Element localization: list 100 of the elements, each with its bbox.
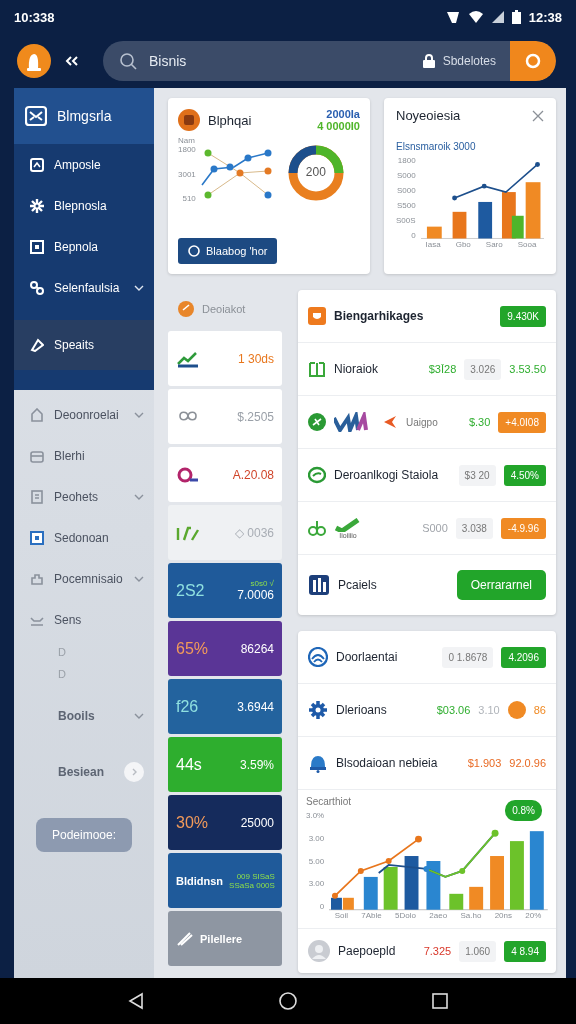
value-badge: 4.50% <box>503 464 546 486</box>
data-point <box>204 191 212 199</box>
tile-figure: Bldidnsn <box>176 874 224 887</box>
axis-label: 5.00 <box>308 856 325 866</box>
list-item-name: Nioraiok <box>334 362 378 376</box>
sidebar-item[interactable]: Booils <box>14 688 154 744</box>
list-item-name: Blsodaioan nebieia <box>336 756 438 770</box>
stat-tile[interactable]: A.20.08 <box>168 447 282 502</box>
home-icon[interactable] <box>278 991 298 1011</box>
data-point <box>491 829 499 837</box>
chart-title: Secarthiot <box>306 796 353 807</box>
data-point <box>385 858 392 864</box>
arrow-logo-icon <box>384 415 398 429</box>
sidebar-item[interactable]: Pocemnisaio <box>14 558 154 599</box>
cellular-icon <box>491 11 504 23</box>
axis-label: Sooa <box>517 240 537 249</box>
sidebar-item[interactable]: Selenfaulsia <box>14 267 154 308</box>
list-row[interactable]: Paepoepld 7.325 1.060 4 8.94 <box>298 929 556 973</box>
data-point <box>459 867 466 874</box>
tile-value: 1 30ds <box>237 351 274 366</box>
value-text: $.30 <box>468 416 491 428</box>
tile-value: A.20.08 <box>232 467 274 482</box>
stat-tile[interactable]: 65% 86264 <box>168 621 282 676</box>
action-button[interactable]: Oerrararnel <box>456 570 546 600</box>
logo-icon <box>176 465 200 484</box>
data-point <box>332 892 339 899</box>
collapse-icon[interactable] <box>65 55 79 67</box>
report-button[interactable]: Blaabog 'hor <box>178 238 278 264</box>
list-row[interactable]: Dlerioans $03.06 3.10 86 <box>298 684 556 737</box>
profile-button[interactable] <box>510 41 556 81</box>
list-item-name: Deroanlkogi Staiola <box>334 468 439 482</box>
sidebar-item[interactable]: Blerhi <box>14 435 154 476</box>
data-point <box>358 867 365 874</box>
chevron-down-icon <box>134 713 144 719</box>
value-pill: 3.038 <box>455 517 493 539</box>
data-point <box>264 191 272 199</box>
gear-icon <box>30 198 44 213</box>
axis-label: Saro <box>485 240 503 249</box>
logo-icon <box>176 349 200 368</box>
sidebar-item[interactable]: Peohets <box>14 476 154 517</box>
tile-value: 3.59% <box>239 757 274 772</box>
value-text: 3.10 <box>478 704 500 716</box>
list-row[interactable]: Uaigpo $.30 +4.0I08 <box>298 396 556 449</box>
grid-icon <box>30 157 44 172</box>
stat-tile[interactable]: f26 3.6944 <box>168 679 282 734</box>
axis-label: 7Able <box>361 911 382 920</box>
sidebar-item[interactable]: Besiean <box>14 744 154 800</box>
share-icon <box>30 280 44 295</box>
leaf-circle-icon <box>308 413 326 431</box>
value-badge: 4.2096 <box>501 646 546 668</box>
coin-icon <box>178 109 200 131</box>
tile-note: 009 SISaS <box>236 871 275 881</box>
sidebar-item[interactable]: Speaits <box>14 320 154 370</box>
chart-bar <box>477 201 492 239</box>
list-row[interactable]: Blsodaioan nebieia $1.903 92.0.96 <box>298 737 556 790</box>
value-text: 92.0.96 <box>509 757 546 769</box>
sidebar-item[interactable]: Sens <box>14 599 154 640</box>
list-item-name: Paepoepld <box>338 944 396 958</box>
list-item-name: Pcaiels <box>338 578 377 592</box>
chart-bar <box>383 866 398 910</box>
data-point <box>264 167 272 175</box>
chevron-down-icon <box>134 411 144 418</box>
chart-bar <box>510 841 525 910</box>
sidebar-item[interactable]: Blepnosla <box>14 185 154 226</box>
ring-icon <box>525 53 541 69</box>
axis-label: 510 <box>182 194 196 203</box>
tile-figure: f26 <box>176 697 199 716</box>
value-badge: 9.430K <box>500 305 546 327</box>
search-bar[interactable]: Bisnis Sbdelotes <box>103 41 556 81</box>
list-row[interactable]: Nioraiok $3Ī28 3.026 3.53.50 <box>298 343 556 396</box>
stat-tile[interactable]: 30% 25000 <box>168 795 282 850</box>
sidebar-item[interactable]: Amposle <box>14 144 154 185</box>
chart-bar <box>452 211 466 239</box>
list-row[interactable]: Doorlaentai 0 1.8678 4.2096 <box>298 631 556 684</box>
list-title: Biengarhikages <box>334 309 425 323</box>
shield-icon <box>308 307 326 325</box>
tile-value: 25000 <box>240 815 274 830</box>
data-point <box>204 149 212 157</box>
axis-label: 3.0% <box>306 811 325 820</box>
axis-label: 0 <box>411 231 416 240</box>
chevron-down-icon <box>134 575 144 582</box>
back-icon[interactable] <box>126 992 145 1010</box>
status-time: 10:338 <box>14 9 55 25</box>
lock-icon <box>422 54 435 68</box>
tag-icon <box>30 338 44 352</box>
sidebar-item[interactable]: Bepnola <box>14 226 154 267</box>
wing-logo-icon <box>334 412 370 432</box>
search-field[interactable]: Bisnis <box>147 52 415 70</box>
document-icon <box>30 489 44 504</box>
value-pill: 0 1.8678 <box>442 646 494 668</box>
recents-icon[interactable] <box>431 992 450 1010</box>
chart-bar <box>364 876 378 910</box>
sidebar-item[interactable]: Deoonroelai <box>14 394 154 435</box>
value-pill: $3 20 <box>458 464 496 486</box>
list-row[interactable]: Deroanlkogi Staiola $3 20 4.50% <box>298 449 556 502</box>
data-point <box>451 195 457 201</box>
chart-bar <box>343 897 355 910</box>
sidebar-item[interactable]: Sedonoan <box>14 517 154 558</box>
value-text: $3Ī28 <box>428 363 457 375</box>
stat-tile[interactable]: 2S2 s0s0 √ 7.0006 <box>168 563 282 618</box>
